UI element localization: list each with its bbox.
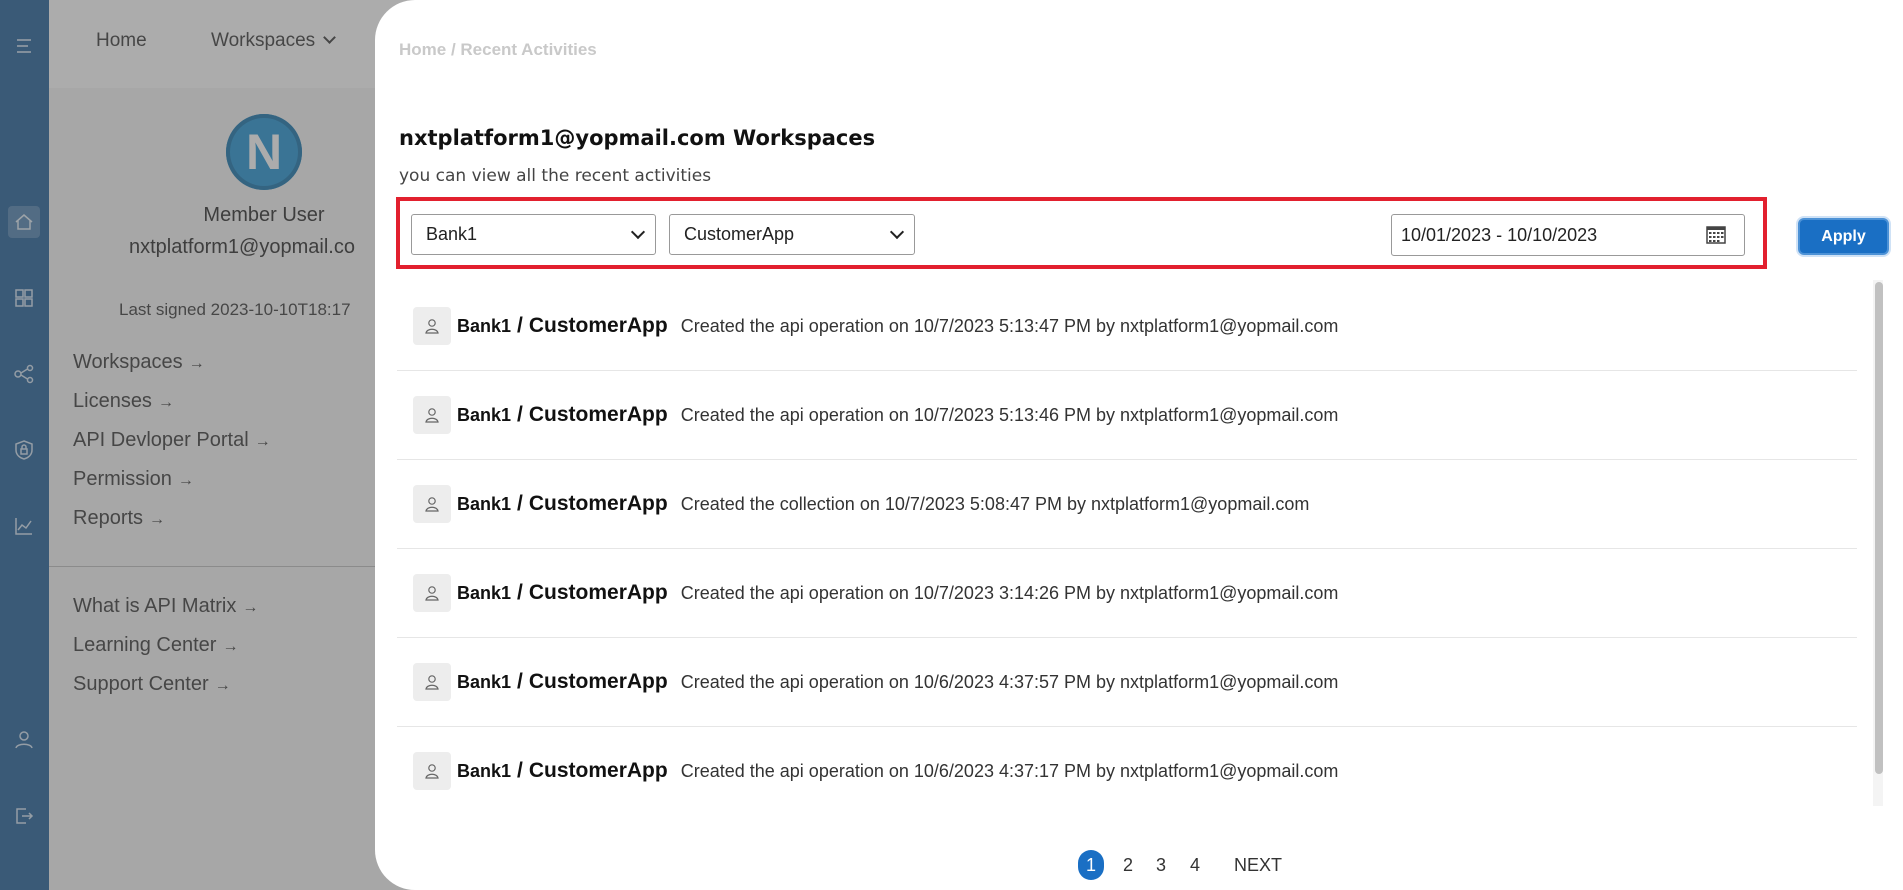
user-icon <box>413 574 451 612</box>
row-workspace: Bank1 <box>457 582 512 603</box>
breadcrumb[interactable]: Home / Recent Activities <box>399 40 597 60</box>
user-icon <box>413 663 451 701</box>
chevron-down-icon <box>889 224 905 240</box>
row-description: Created the api operation on 10/7/2023 5… <box>680 404 1339 425</box>
list-item: Bank1 / CustomerApp Created the api oper… <box>397 638 1857 727</box>
apply-button[interactable]: Apply <box>1798 218 1889 255</box>
page-2-button[interactable]: 2 <box>1123 850 1133 880</box>
row-description: Created the api operation on 10/7/2023 5… <box>680 315 1339 336</box>
user-icon <box>413 396 451 434</box>
list-item: Bank1 / CustomerApp Created the api oper… <box>397 727 1857 806</box>
row-app: CustomerApp <box>528 314 668 337</box>
row-description: Created the collection on 10/7/2023 5:08… <box>680 493 1310 514</box>
row-description: Created the api operation on 10/6/2023 4… <box>680 671 1339 692</box>
row-separator: / <box>517 759 523 782</box>
list-item: Bank1 / CustomerApp Created the api oper… <box>397 282 1857 371</box>
row-app: CustomerApp <box>528 670 668 693</box>
date-range-value: 10/01/2023 - 10/10/2023 <box>1401 224 1598 245</box>
list-item: Bank1 / CustomerApp Created the collecti… <box>397 460 1857 549</box>
user-icon <box>413 485 451 523</box>
page-1-button[interactable]: 1 <box>1078 850 1104 880</box>
recent-activities-drawer: Home / Recent Activities nxtplatform1@yo… <box>375 0 1903 890</box>
calendar-icon[interactable] <box>1706 225 1726 245</box>
activity-list: Bank1 / CustomerApp Created the api oper… <box>397 282 1891 806</box>
row-separator: / <box>517 492 523 515</box>
row-workspace: Bank1 <box>457 760 512 781</box>
list-item: Bank1 / CustomerApp Created the api oper… <box>397 371 1857 460</box>
list-item: Bank1 / CustomerApp Created the api oper… <box>397 549 1857 638</box>
row-app: CustomerApp <box>528 403 668 426</box>
chevron-down-icon <box>630 224 646 240</box>
row-app: CustomerApp <box>528 581 668 604</box>
next-page-button[interactable]: NEXT <box>1234 850 1282 880</box>
workspace-select[interactable]: Bank1 <box>411 214 656 255</box>
row-separator: / <box>517 670 523 693</box>
row-app: CustomerApp <box>528 759 668 782</box>
row-description: Created the api operation on 10/7/2023 3… <box>680 582 1339 603</box>
row-description: Created the api operation on 10/6/2023 4… <box>680 760 1339 781</box>
page-3-button[interactable]: 3 <box>1156 850 1166 880</box>
page-title: nxtplatform1@yopmail.com Workspaces <box>399 126 876 150</box>
row-separator: / <box>517 581 523 604</box>
page-subtitle: you can view all the recent activities <box>399 166 712 186</box>
row-workspace: Bank1 <box>457 404 512 425</box>
user-icon <box>413 307 451 345</box>
row-workspace: Bank1 <box>457 671 512 692</box>
row-separator: / <box>517 403 523 426</box>
date-range-input[interactable]: 10/01/2023 - 10/10/2023 <box>1391 214 1745 256</box>
pagination: 1 2 3 4 NEXT <box>375 850 1903 880</box>
user-icon <box>413 752 451 790</box>
row-workspace: Bank1 <box>457 315 512 336</box>
row-workspace: Bank1 <box>457 493 512 514</box>
app-select-value: CustomerApp <box>684 224 795 244</box>
workspace-select-value: Bank1 <box>426 224 478 244</box>
scrollbar-thumb[interactable] <box>1875 282 1883 774</box>
page-4-button[interactable]: 4 <box>1190 850 1200 880</box>
app-select[interactable]: CustomerApp <box>669 214 915 255</box>
row-app: CustomerApp <box>528 492 668 515</box>
row-separator: / <box>517 314 523 337</box>
